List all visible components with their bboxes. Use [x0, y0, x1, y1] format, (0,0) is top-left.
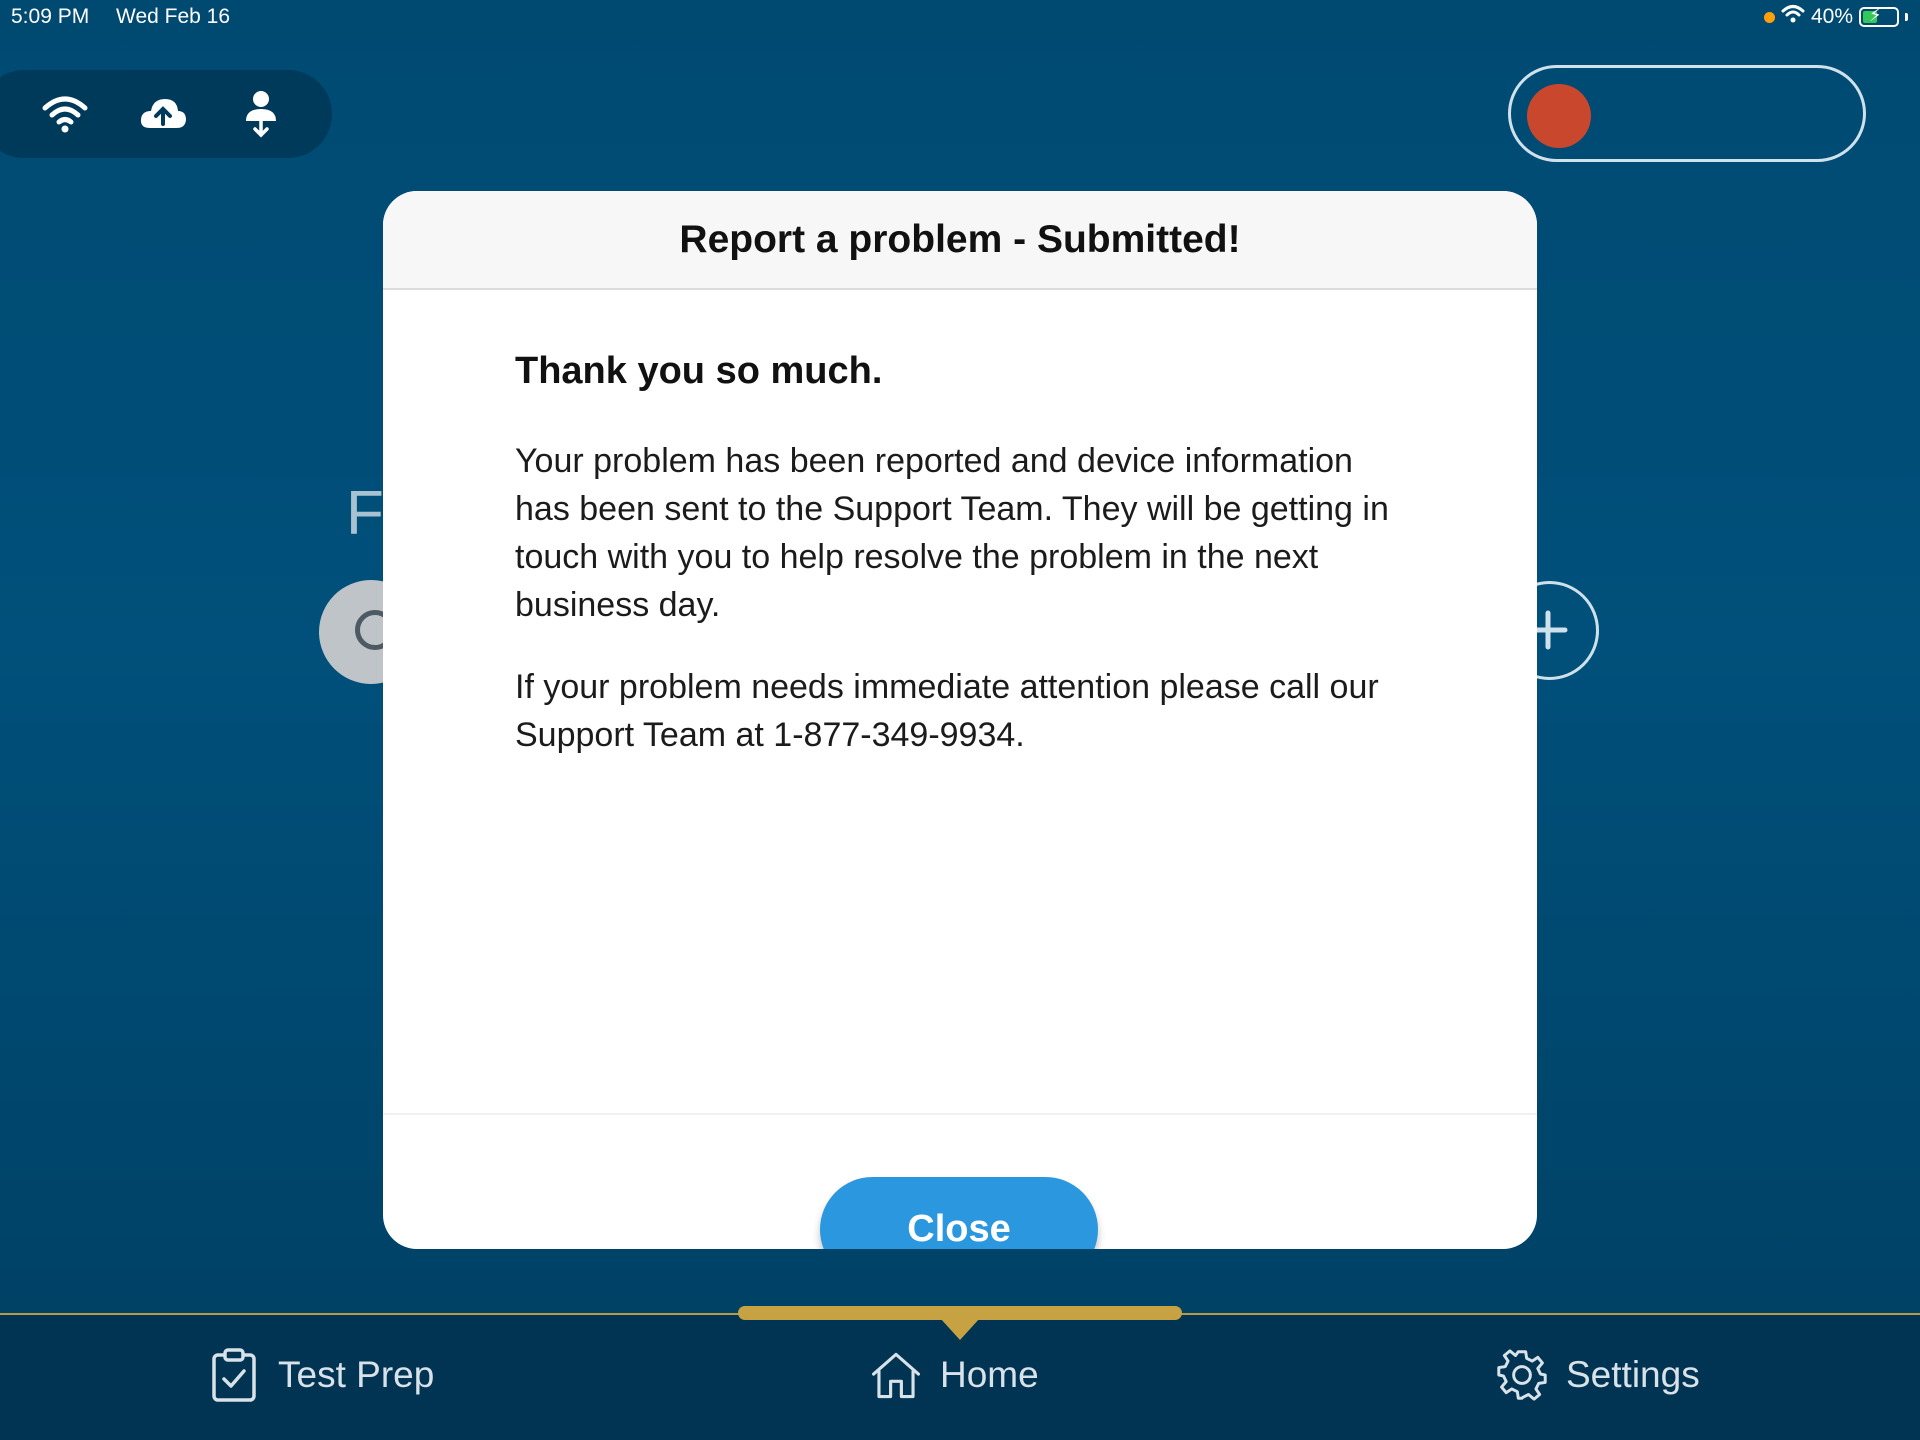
dialog-header: Report a problem - Submitted!: [383, 191, 1537, 290]
submitted-dialog: Report a problem - Submitted! Thank you …: [383, 191, 1537, 1249]
gear-icon: [1496, 1345, 1548, 1405]
dialog-footer: Close: [383, 1115, 1537, 1249]
status-wifi-icon: [1781, 4, 1805, 30]
dialog-message: Your problem has been reported and devic…: [515, 442, 1389, 624]
tab-test-prep-label: Test Prep: [278, 1354, 435, 1395]
cloud-upload-icon[interactable]: [138, 89, 188, 139]
status-bar: 5:09 PM Wed Feb 16 40% ⚡: [0, 0, 1920, 34]
dialog-heading: Thank you so much.: [515, 350, 883, 392]
battery-tip: [1905, 13, 1908, 21]
record-knob: [1527, 84, 1591, 148]
tab-test-prep[interactable]: Test Prep: [208, 1345, 434, 1405]
clipboard-check-icon: [208, 1345, 260, 1405]
battery-percent: 40%: [1810, 5, 1853, 28]
wifi-icon[interactable]: [40, 89, 90, 139]
battery-icon: ⚡: [1859, 5, 1899, 27]
privacy-dot-icon: [1763, 11, 1775, 23]
tab-settings[interactable]: Settings: [1496, 1345, 1700, 1405]
status-time: 5:09 PM: [11, 5, 90, 28]
dialog-support-message: If your problem needs immediate attentio…: [515, 668, 1379, 754]
tab-selected-notch: [940, 1318, 980, 1340]
tab-home[interactable]: Home: [870, 1345, 1039, 1405]
background-heading-fragment: F: [346, 479, 384, 548]
close-button[interactable]: Close: [820, 1177, 1098, 1249]
dialog-title: Report a problem - Submitted!: [679, 217, 1241, 261]
record-toggle[interactable]: [1508, 65, 1866, 162]
status-indicators: 40% ⚡: [1763, 4, 1908, 30]
tab-settings-label: Settings: [1566, 1354, 1700, 1395]
home-icon: [870, 1345, 922, 1405]
connection-status-bar: [0, 70, 332, 158]
tab-home-label: Home: [940, 1354, 1039, 1395]
dialog-body: Thank you so much. Your problem has been…: [383, 290, 1537, 1115]
user-download-icon[interactable]: [236, 89, 286, 139]
status-date: Wed Feb 16: [116, 5, 231, 28]
